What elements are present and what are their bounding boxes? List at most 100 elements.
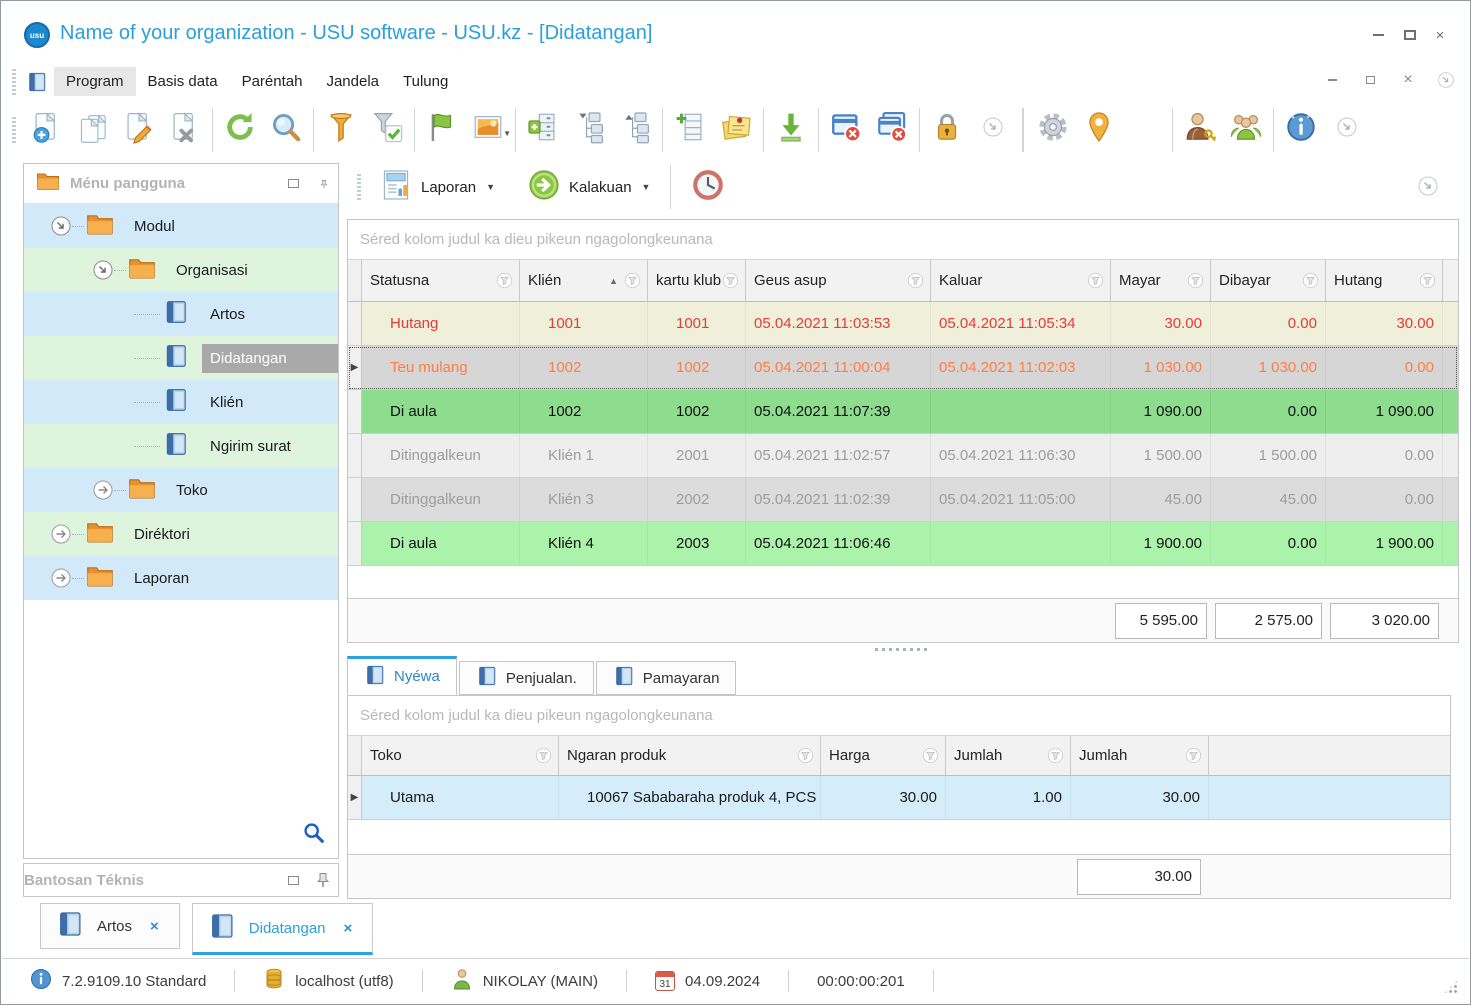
table-cell[interactable]: 1002 <box>520 346 648 389</box>
table-cell[interactable] <box>931 390 1111 433</box>
table-cell[interactable]: 30.00 <box>821 776 946 819</box>
table-cell[interactable]: 0.00 <box>1211 522 1326 565</box>
group-by-bar[interactable]: Séred kolom judul ka dieu pikeun ngagolo… <box>348 696 1450 736</box>
collapse-node-icon[interactable] <box>50 215 72 237</box>
menu-item-tulung[interactable]: Tulung <box>391 67 460 96</box>
table-cell[interactable]: 05.04.2021 11:07:39 <box>746 390 931 433</box>
filter-icon[interactable] <box>1185 747 1202 764</box>
settings-button[interactable] <box>1030 106 1076 154</box>
table-cell[interactable]: 2003 <box>648 522 746 565</box>
filter-icon[interactable] <box>722 272 739 289</box>
toolbar-overflow-chevron-button[interactable] <box>970 106 1016 154</box>
sidebar-item-toko[interactable]: Toko <box>24 468 338 512</box>
search-button[interactable] <box>263 106 309 154</box>
table-cell[interactable]: 30.00 <box>1111 302 1211 345</box>
filter-icon[interactable] <box>1087 272 1104 289</box>
table-cell[interactable]: 1 900.00 <box>1111 522 1211 565</box>
column-header-toko[interactable]: Toko <box>362 736 559 775</box>
table-cell[interactable]: 0.00 <box>1211 302 1326 345</box>
table-cell[interactable]: Klién 4 <box>520 522 648 565</box>
table-cell[interactable]: 1002 <box>520 390 648 433</box>
users-button[interactable] <box>1223 106 1269 154</box>
filter-icon[interactable] <box>535 747 552 764</box>
column-header-jumlah[interactable]: Jumlah <box>1071 736 1209 775</box>
expand-node-icon[interactable] <box>92 479 114 501</box>
table-row[interactable]: Ditinggalkeun Klién 3 2002 05.04.2021 11:02… <box>348 478 1458 522</box>
filter-icon[interactable] <box>1302 272 1319 289</box>
pin-panel-button[interactable] <box>308 872 338 888</box>
table-cell[interactable]: 0.00 <box>1211 390 1326 433</box>
table-row[interactable]: ▶ Utama 10067 Sababaraha produk 4, PCS 30.0… <box>348 776 1450 820</box>
table-row[interactable]: ▶ Teu mulang 1002 1002 05.04.2021 11:00:04 05… <box>348 346 1458 390</box>
table-cell[interactable]: 05.04.2021 11:06:46 <box>746 522 931 565</box>
filter-icon[interactable] <box>1047 747 1064 764</box>
horizontal-splitter[interactable] <box>347 644 1459 654</box>
delete-record-button[interactable] <box>162 106 208 154</box>
table-cell[interactable]: 1002 <box>648 346 746 389</box>
window-tab-didatangan[interactable]: Didatangan × <box>191 903 374 955</box>
table-cell[interactable]: Ditinggalkeun <box>362 434 520 477</box>
table-cell[interactable]: 10067 Sababaraha produk 4, PCS <box>559 776 821 819</box>
add-list-button[interactable] <box>520 106 566 154</box>
table-cell[interactable]: Ditinggalkeun <box>362 478 520 521</box>
filter-apply-button[interactable] <box>364 106 410 154</box>
filter-icon[interactable] <box>1419 272 1436 289</box>
about-info-button[interactable] <box>1278 106 1324 154</box>
close-all-windows-button[interactable] <box>869 106 915 154</box>
table-cell[interactable]: 05.04.2021 11:00:04 <box>746 346 931 389</box>
column-header-jumlah[interactable]: Jumlah <box>946 736 1071 775</box>
minimize-button[interactable] <box>1365 26 1391 44</box>
report-dropdown-button[interactable]: Laporan ▼ <box>369 164 505 210</box>
tree-search-button[interactable] <box>302 821 326 850</box>
table-row[interactable]: Ditinggalkeun Klién 1 2001 05.04.2021 11:02… <box>348 434 1458 478</box>
table-row[interactable]: Di aula 1002 1002 05.04.2021 11:07:39 1 090.… <box>348 390 1458 434</box>
mdi-close-button[interactable]: × <box>1399 71 1417 89</box>
menu-item-program[interactable]: Program <box>54 67 136 96</box>
menu-item-basis-data[interactable]: Basis data <box>136 67 230 96</box>
column-header-hutang[interactable]: Hutang <box>1326 260 1443 301</box>
table-cell[interactable]: 1 090.00 <box>1111 390 1211 433</box>
filter-icon[interactable] <box>797 747 814 764</box>
edit-record-button[interactable] <box>116 106 162 154</box>
resize-grip[interactable] <box>1443 979 1459 995</box>
table-cell[interactable]: 1002 <box>648 390 746 433</box>
toolbar-overflow-chevron-button[interactable] <box>1324 106 1370 154</box>
table-cell[interactable]: 1 030.00 <box>1211 346 1326 389</box>
table-cell[interactable]: Klién 1 <box>520 434 648 477</box>
column-header-ngaran-produk[interactable]: Ngaran produk <box>559 736 821 775</box>
expand-node-icon[interactable] <box>50 567 72 589</box>
table-cell[interactable]: Klién 3 <box>520 478 648 521</box>
table-cell[interactable]: 05.04.2021 11:02:39 <box>746 478 931 521</box>
image-button[interactable]: ▼ <box>465 106 511 154</box>
table-cell[interactable]: 05.04.2021 11:03:53 <box>746 302 931 345</box>
table-cell[interactable]: Di aula <box>362 390 520 433</box>
close-tab-button[interactable]: × <box>338 918 359 939</box>
mdi-minimize-button[interactable] <box>1323 71 1341 89</box>
table-cell[interactable]: 0.00 <box>1326 434 1443 477</box>
table-cell[interactable]: Teu mulang <box>362 346 520 389</box>
add-row-button[interactable] <box>667 106 713 154</box>
table-cell[interactable]: 2001 <box>648 434 746 477</box>
app-menu-icon[interactable] <box>26 71 48 93</box>
action-dropdown-button[interactable]: Kalakuan ▼ <box>517 164 660 210</box>
table-cell[interactable]: 1 900.00 <box>1326 522 1443 565</box>
column-header-dibayar[interactable]: Dibayar <box>1211 260 1326 301</box>
table-cell[interactable]: 1 030.00 <box>1111 346 1211 389</box>
appearance-button[interactable] <box>1122 106 1168 154</box>
table-cell[interactable] <box>931 522 1111 565</box>
support-panel[interactable]: Bantosan Téknis <box>23 863 339 906</box>
column-header-klién[interactable]: Klién ▲ <box>520 260 648 301</box>
expand-node-icon[interactable] <box>50 523 72 545</box>
table-cell[interactable]: 0.00 <box>1326 346 1443 389</box>
column-header-kartu-klub[interactable]: kartu klub <box>648 260 746 301</box>
column-header-geus-asup[interactable]: Geus asup <box>746 260 931 301</box>
timer-button[interactable] <box>681 164 735 210</box>
sidebar-item-klién[interactable]: Klién <box>24 380 338 424</box>
flag-button[interactable] <box>419 106 465 154</box>
table-cell[interactable]: 1001 <box>648 302 746 345</box>
filter-icon[interactable] <box>1187 272 1204 289</box>
lock-button[interactable] <box>924 106 970 154</box>
toolbar-grip[interactable] <box>12 116 16 143</box>
sidebar-item-artos[interactable]: Artos <box>24 292 338 336</box>
float-panel-button[interactable] <box>278 175 308 188</box>
